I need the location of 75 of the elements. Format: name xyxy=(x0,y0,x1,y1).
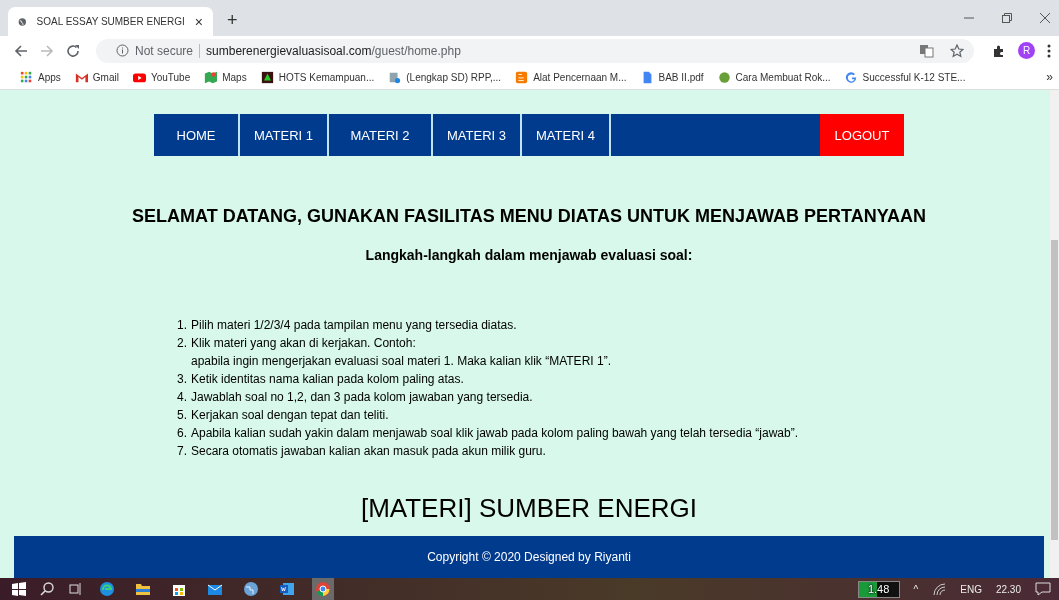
security-label: Not secure xyxy=(135,43,201,58)
bookmark[interactable]: HOTS Kemampuan... xyxy=(260,70,375,84)
menu-link[interactable]: MATERI 2 xyxy=(329,114,433,156)
bookmark[interactable]: Maps xyxy=(204,70,247,84)
search-icon[interactable] xyxy=(40,582,54,596)
menu-link[interactable]: MATERI 4 xyxy=(522,114,611,156)
logout-button[interactable]: LOGOUT xyxy=(820,114,904,156)
more-bookmarks-button[interactable]: » xyxy=(1046,70,1053,85)
task-view-icon[interactable] xyxy=(68,582,82,596)
step-number: 4. xyxy=(176,389,187,406)
bookmark-icon xyxy=(844,70,858,84)
menu-link[interactable]: HOME xyxy=(154,114,240,156)
bookmark[interactable]: Cara Membuat Rok... xyxy=(717,70,831,84)
section-title: [MATERI] SUMBER ENERGI xyxy=(360,493,698,524)
bookmark-icon xyxy=(515,70,529,84)
page-heading: SELAMAT DATANG, GUNAKAN FASILITAS MENU DIATAS UNTUK MENJAWAB PERTANYAAN xyxy=(132,206,926,227)
language-indicator[interactable]: ENG xyxy=(960,583,982,595)
close-icon[interactable] xyxy=(1039,12,1051,25)
step-number: 5. xyxy=(176,407,187,424)
windows-start-icon[interactable] xyxy=(12,582,26,596)
menu-icon[interactable] xyxy=(1047,43,1051,58)
bookmark-icon xyxy=(260,70,274,84)
step-text: Pilih materi 1/2/3/4 pada tampilan menu yang tersedia diatas. xyxy=(191,317,517,334)
edge-browser-icon xyxy=(99,581,115,597)
show-hidden-icons-button[interactable]: ^ xyxy=(913,583,919,595)
bookmark[interactable]: Gmail xyxy=(74,70,119,84)
browser-tab[interactable]: SOAL ESSAY SUMBER ENERGI × xyxy=(8,7,213,37)
step-number: 3. xyxy=(176,371,187,388)
star-icon[interactable] xyxy=(950,43,964,58)
address-bar[interactable]: Not secure sumberenergievaluasisoal.com/guest/home.php xyxy=(96,38,974,63)
menu-link[interactable]: MATERI 3 xyxy=(433,114,522,156)
bookmark[interactable]: YouTube xyxy=(132,70,191,84)
word-document-icon xyxy=(279,581,295,597)
scrollbar-thumb[interactable] xyxy=(1051,240,1058,540)
url-text: sumberenergievaluasisoal.com/guest/home.php xyxy=(206,43,461,58)
scrollbar[interactable] xyxy=(1050,90,1059,578)
step-text: Kerjakan soal dengan tepat dan teliti. xyxy=(191,407,389,424)
bookmark[interactable]: (Lengkap SD) RPP,... xyxy=(388,70,502,84)
back-arrow-icon[interactable] xyxy=(14,43,28,58)
step-text: Klik materi yang akan di kerjakan. Contoh: xyxy=(191,335,417,352)
step-number: 7. xyxy=(176,443,187,460)
step-text: Jawablah soal no 1,2, dan 3 pada kolom jawaban yang tersedia. xyxy=(191,389,533,406)
step-text: Apabila kalian sudah yakin dalam menjawab soal klik jawab pada kolom paling bawah yang telah tersedia “jawab”. xyxy=(191,425,799,442)
apps-grid-icon xyxy=(20,70,33,84)
step-text: Ketik identitas nama kalian pada kolom paling atas. xyxy=(191,371,464,388)
restore-icon[interactable] xyxy=(1001,12,1013,25)
menu-link[interactable]: MATERI 1 xyxy=(240,114,329,156)
subheading: Langkah-langkah dalam menjawab evaluasi soal: xyxy=(365,247,693,263)
bookmark-icon xyxy=(717,70,731,84)
new-tab-button[interactable]: + xyxy=(227,10,238,32)
close-tab-button[interactable]: × xyxy=(194,13,203,30)
bookmark[interactable]: Apps xyxy=(20,70,61,84)
bookmark-icon xyxy=(388,70,402,84)
footer-bar: Copyright © 2020 Designed by Riyanti xyxy=(14,536,1044,578)
bookmark[interactable]: Alat Pencernaan M... xyxy=(515,70,627,84)
folder-icon xyxy=(135,581,151,597)
wifi-icon[interactable] xyxy=(932,582,947,596)
step-number: 2. xyxy=(176,335,187,352)
step-number: 6. xyxy=(176,425,187,442)
globe-icon xyxy=(243,581,259,597)
bookmark[interactable]: Successful K-12 STE... xyxy=(844,70,966,84)
puzzle-icon[interactable] xyxy=(992,43,1006,58)
bookmark-icon xyxy=(204,70,218,84)
profile-avatar[interactable]: R xyxy=(1018,42,1035,60)
translate-icon[interactable] xyxy=(919,43,934,58)
chrome-browser-icon xyxy=(315,581,331,597)
info-icon xyxy=(116,44,129,58)
bookmark[interactable]: BAB II.pdf xyxy=(640,70,704,84)
step-text: Secara otomatis jawaban kalian akan masuk pada akun milik guru. xyxy=(191,443,546,460)
tab-title: SOAL ESSAY SUMBER ENERGI xyxy=(36,16,185,28)
clock[interactable]: 22.30 xyxy=(995,583,1021,595)
step-text: apabila ingin mengerjakan evaluasi soal materi 1. Maka kalian klik “MATERI 1”. xyxy=(191,353,611,370)
step-number: 1. xyxy=(176,317,187,334)
reload-icon[interactable] xyxy=(66,43,80,58)
notification-icon[interactable] xyxy=(1035,582,1051,596)
